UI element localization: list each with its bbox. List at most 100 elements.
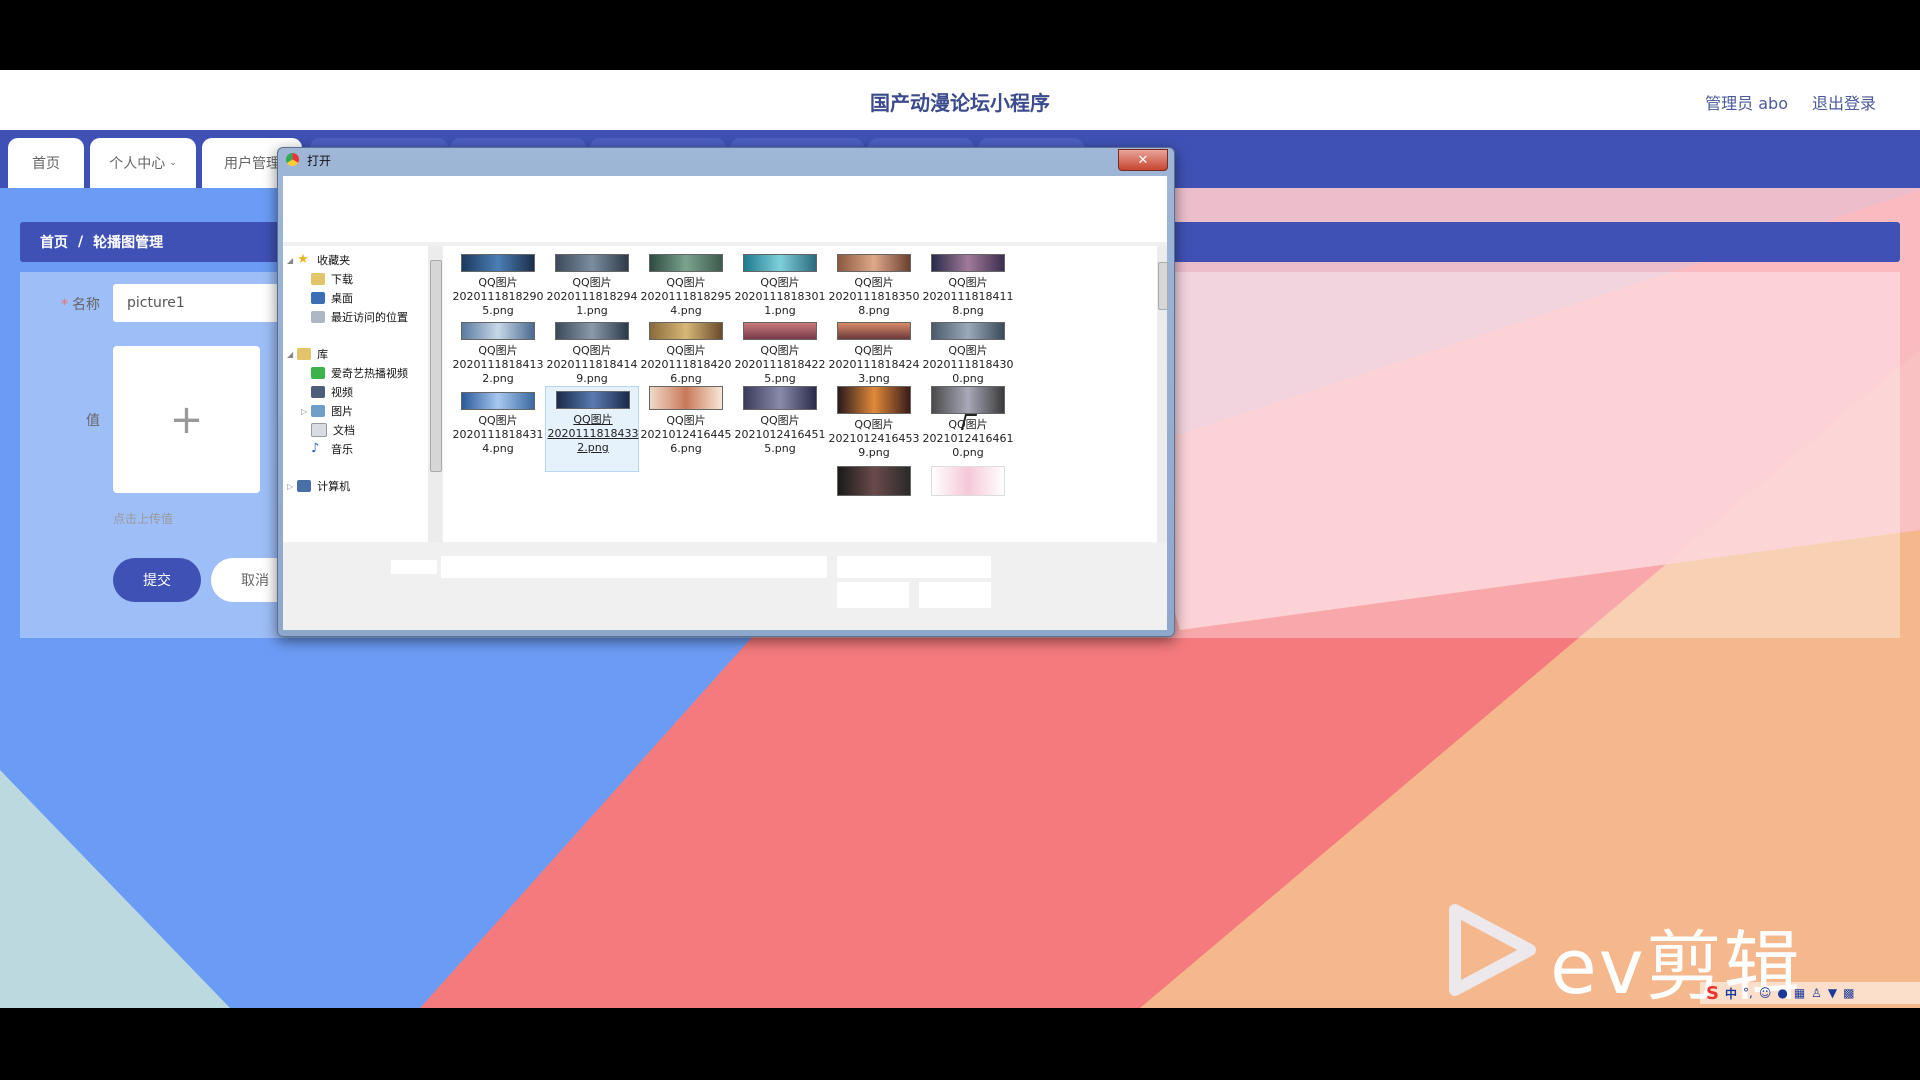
file-thumbnail xyxy=(649,386,723,410)
nav-item-label: 库 xyxy=(317,348,329,361)
open-button[interactable] xyxy=(837,582,909,608)
computer-icon xyxy=(297,480,312,492)
value-field-label: 值 xyxy=(86,413,100,429)
documents-library-icon xyxy=(311,423,327,437)
file-name: QQ图片 2020111818430 0.png xyxy=(922,344,1014,385)
file-thumbnail xyxy=(837,254,911,272)
nav-item-label: 最近访问的位置 xyxy=(331,311,408,324)
nav-item-label: 收藏夹 xyxy=(317,254,351,267)
emoji-icon[interactable]: ☺ xyxy=(1759,986,1772,1000)
file-name: QQ图片 2021012416451 5.png xyxy=(734,414,826,455)
site-title: 国产动漫论坛小程序 xyxy=(870,91,1050,115)
image-upload-box[interactable]: + xyxy=(113,346,260,493)
upload-hint: 点击上传值 xyxy=(113,512,174,526)
nav-item-pictures[interactable]: ▷ 图片 xyxy=(301,403,353,419)
name-label-text: 名称 xyxy=(72,297,100,313)
file-item[interactable] xyxy=(921,462,1015,542)
admin-user-label: 管理员 abo xyxy=(1705,94,1788,113)
dialog-cancel-button[interactable] xyxy=(919,582,991,608)
nav-item-recent-places[interactable]: 最近访问的位置 xyxy=(311,309,408,325)
name-input[interactable]: picture1 xyxy=(113,284,303,322)
user-icon[interactable]: ♙ xyxy=(1811,986,1822,1000)
file-open-dialog: 打开 ✕ ◢ ★ 收藏夹 下载 桌面 最近访问的位置 ◢ 库 爱奇艺热播视频 视频 ▷… xyxy=(277,147,1175,637)
sogou-icon[interactable]: S xyxy=(1706,983,1719,1004)
grid-icon[interactable]: ▩ xyxy=(1843,986,1854,1000)
file-item-selected[interactable]: QQ图片 2020111818433 2.png xyxy=(545,386,639,472)
nav-item-label: 计算机 xyxy=(317,480,351,493)
plus-icon: + xyxy=(169,396,204,443)
keyboard-icon[interactable]: ▦ xyxy=(1794,986,1805,1000)
nav-item-label: 音乐 xyxy=(331,443,353,456)
file-type-select[interactable] xyxy=(837,556,991,578)
file-thumbnail xyxy=(931,386,1005,414)
scrollbar-thumb[interactable] xyxy=(1158,262,1168,310)
nav-item-label: 图片 xyxy=(331,405,354,418)
nav-item-music[interactable]: ♪ 音乐 xyxy=(311,441,353,457)
file-name: QQ图片 2020111818420 6.png xyxy=(640,344,732,385)
nav-item-desktop[interactable]: 桌面 xyxy=(311,290,353,306)
nav-item-videos[interactable]: 视频 xyxy=(311,384,353,400)
logout-link[interactable]: 退出登录 xyxy=(1812,90,1876,114)
file-thumbnail xyxy=(461,254,535,272)
filename-label xyxy=(391,560,437,574)
file-item[interactable]: QQ图片 2021012416453 9.png xyxy=(827,382,921,468)
breadcrumb-current: 轮播图管理 xyxy=(93,235,164,251)
nav-item-libraries[interactable]: ◢ 库 xyxy=(287,346,328,362)
breadcrumb-home[interactable]: 首页 xyxy=(40,232,68,252)
breadcrumb-separator: / xyxy=(78,234,84,250)
file-thumbnail xyxy=(461,392,535,410)
file-name: QQ图片 2021012416445 6.png xyxy=(640,414,732,455)
file-pane-scrollbar[interactable] xyxy=(1157,246,1168,542)
library-icon xyxy=(297,348,312,360)
filename-input[interactable] xyxy=(441,556,827,578)
nav-item-label: 爱奇艺热播视频 xyxy=(331,367,408,380)
nav-item-iqiyi[interactable]: 爱奇艺热播视频 xyxy=(311,365,408,381)
nav-item-favorites[interactable]: ◢ ★ 收藏夹 xyxy=(287,252,350,268)
chevron-down-icon: ⌄ xyxy=(169,158,177,168)
file-name: QQ图片 2020111818411 8.png xyxy=(922,276,1014,317)
file-thumbnail xyxy=(743,322,817,340)
nav-item-label: 桌面 xyxy=(331,292,353,305)
ime-mode[interactable]: 中 xyxy=(1725,985,1737,1002)
dialog-title: 打开 xyxy=(307,154,332,168)
nav-tab-personal-center[interactable]: 个人中心 ⌄ xyxy=(90,138,196,188)
submit-button[interactable]: 提交 xyxy=(113,558,201,602)
nav-tab-home[interactable]: 首页 xyxy=(8,138,84,188)
download-folder-icon xyxy=(311,273,325,285)
nav-item-computer[interactable]: ▷ 计算机 xyxy=(287,478,350,494)
file-thumbnail xyxy=(837,466,911,496)
file-thumbnail xyxy=(931,466,1005,496)
nav-item-documents[interactable]: 文档 xyxy=(311,422,355,438)
dialog-titlebar[interactable]: 打开 ✕ xyxy=(278,148,1174,172)
file-thumbnail xyxy=(555,254,629,272)
iqiyi-icon xyxy=(311,367,325,379)
file-item[interactable]: QQ图片 2021012416445 6.png xyxy=(639,382,733,468)
file-item[interactable]: QQ图片 2020111818431 4.png xyxy=(451,388,545,474)
file-thumbnail xyxy=(649,254,723,272)
pictures-library-icon xyxy=(311,405,326,417)
nav-item-downloads[interactable]: 下载 xyxy=(311,271,353,287)
required-marker: * xyxy=(61,297,68,313)
file-name: QQ图片 2021012416453 9.png xyxy=(828,418,920,459)
nav-pane-scrollbar[interactable] xyxy=(428,246,442,542)
file-name: QQ图片 2020111818414 9.png xyxy=(546,344,638,385)
file-item[interactable]: QQ图片 2021012416451 5.png xyxy=(733,382,827,468)
navigation-pane: ◢ ★ 收藏夹 下载 桌面 最近访问的位置 ◢ 库 爱奇艺热播视频 视频 ▷ 图片 文档… xyxy=(283,246,428,542)
file-name: QQ图片 2020111818413 2.png xyxy=(452,344,544,385)
browser-viewport: 国产动漫论坛小程序 管理员 abo 退出登录 首页 个人中心 ⌄ 用户管理 首页… xyxy=(0,70,1920,1008)
file-thumbnail xyxy=(837,322,911,340)
shirt-icon[interactable]: ▼ xyxy=(1828,986,1837,1000)
file-item[interactable] xyxy=(827,462,921,542)
close-button[interactable]: ✕ xyxy=(1118,149,1168,171)
file-thumbnail xyxy=(837,386,911,414)
star-icon: ★ xyxy=(297,252,309,267)
scrollbar-thumb[interactable] xyxy=(430,260,442,472)
file-thumbnail xyxy=(743,386,817,410)
file-thumbnail xyxy=(931,322,1005,340)
file-thumbnail xyxy=(649,322,723,340)
mic-icon[interactable]: ● xyxy=(1777,986,1787,1000)
music-library-icon: ♪ xyxy=(311,441,320,456)
file-thumbnail xyxy=(931,254,1005,272)
file-name: QQ图片 2020111818294 1.png xyxy=(546,276,638,317)
punctuation-icon[interactable]: °, xyxy=(1743,986,1753,1000)
